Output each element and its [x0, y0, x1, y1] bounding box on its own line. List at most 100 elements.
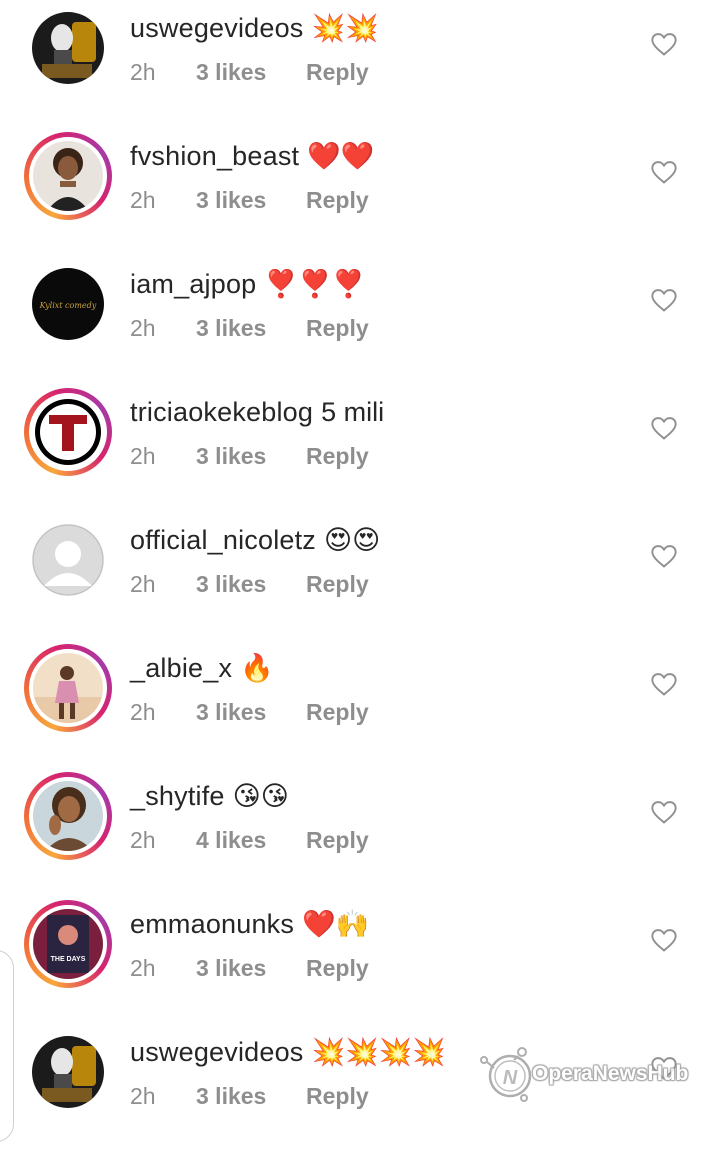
comment-username[interactable]: _albie_x	[130, 653, 232, 684]
comment-row: _shytife 😘😘 2h 4 likes Reply	[0, 768, 720, 896]
avatar[interactable]	[24, 132, 112, 220]
comment-username[interactable]: uswegevideos	[130, 13, 304, 44]
reply-button[interactable]: Reply	[306, 955, 369, 982]
woman-portrait-avatar-image	[33, 141, 103, 211]
comment-row: fvshion_beast ❤️❤️ 2h 3 likes Reply	[0, 128, 720, 256]
comment-meta: 2h 3 likes Reply	[130, 182, 369, 218]
comment-username[interactable]: official_nicoletz	[130, 525, 316, 556]
avatar[interactable]	[24, 772, 112, 860]
reply-button[interactable]: Reply	[306, 315, 369, 342]
reply-button[interactable]: Reply	[306, 59, 369, 86]
masked-figure-avatar-image	[32, 1036, 104, 1108]
comment-line: _shytife 😘😘	[130, 774, 289, 818]
svg-text:N: N	[503, 1067, 518, 1089]
comment-emoji: ❤️❤️	[307, 141, 375, 171]
heart-icon[interactable]	[650, 414, 678, 442]
comment-meta: 2h 3 likes Reply	[130, 566, 369, 602]
comment-emoji: 😘😘	[232, 780, 289, 811]
avatar[interactable]: THE DAYS	[24, 900, 112, 988]
comment-username[interactable]: _shytife	[130, 781, 225, 812]
comment-time: 2h	[130, 58, 156, 85]
comment-likes[interactable]: 3 likes	[196, 955, 306, 982]
comment-line: iam_ajpop ❣️❣️❣️	[130, 262, 365, 306]
avatar-logo-text: Kylixt comedy	[39, 301, 97, 310]
comment-text: 5 mili	[321, 396, 385, 427]
comment-meta: 2h 3 likes Reply	[130, 694, 369, 730]
reply-button[interactable]: Reply	[306, 571, 369, 598]
comment-username[interactable]: emmaonunks	[130, 909, 294, 940]
comment-meta: 2h 3 likes Reply	[130, 950, 369, 986]
reply-button[interactable]: Reply	[306, 1083, 369, 1110]
comment-time: 2h	[130, 186, 156, 213]
comment-line: triciaokekeblog 5 mili	[130, 390, 384, 434]
woman-outdoor-avatar-image	[33, 653, 103, 723]
heart-icon[interactable]	[650, 30, 678, 58]
comment-meta: 2h 4 likes Reply	[130, 822, 369, 858]
avatar[interactable]	[24, 388, 112, 476]
comment-time: 2h	[130, 314, 156, 341]
woman-selfie-avatar-image	[33, 781, 103, 851]
heart-icon[interactable]	[650, 542, 678, 570]
comment-emoji: 💥💥💥💥	[311, 1037, 446, 1067]
comment-username[interactable]: iam_ajpop	[130, 269, 256, 300]
comment-username[interactable]: triciaokekeblog	[130, 397, 313, 428]
comment-likes[interactable]: 3 likes	[196, 443, 306, 470]
avatar[interactable]	[24, 4, 112, 92]
comment-likes[interactable]: 3 likes	[196, 699, 306, 726]
comment-line: uswegevideos 💥💥💥💥	[130, 1030, 446, 1074]
comment-time: 2h	[130, 826, 156, 853]
reply-button[interactable]: Reply	[306, 187, 369, 214]
comment-row: _albie_x 🔥 2h 3 likes Reply	[0, 640, 720, 768]
avatar[interactable]	[24, 644, 112, 732]
heart-icon[interactable]	[650, 286, 678, 314]
comment-emoji: 💥💥	[311, 13, 379, 43]
avatar[interactable]	[24, 516, 112, 604]
comment-emoji: ❣️❣️❣️	[264, 269, 366, 299]
reply-button[interactable]: Reply	[306, 827, 369, 854]
reply-button[interactable]: Reply	[306, 699, 369, 726]
comment-row: official_nicoletz 😍😍 2h 3 likes Reply	[0, 512, 720, 640]
edge-panel-handle[interactable]	[0, 950, 14, 1142]
comment-row: uswegevideos 💥💥 2h 3 likes Reply	[0, 0, 720, 128]
comment-likes[interactable]: 3 likes	[196, 187, 306, 214]
reply-button[interactable]: Reply	[306, 443, 369, 470]
comment-line: uswegevideos 💥💥	[130, 6, 379, 50]
heart-icon[interactable]	[650, 670, 678, 698]
comment-row: THE DAYS emmaonunks ❤️🙌 2h 3 likes Reply	[0, 896, 720, 1024]
comment-line: _albie_x 🔥	[130, 646, 274, 690]
comment-emoji: ❤️🙌	[302, 909, 370, 939]
comment-time: 2h	[130, 1082, 156, 1109]
letter-t-logo-avatar-image	[33, 397, 103, 467]
heart-icon[interactable]	[650, 798, 678, 826]
comment-line: emmaonunks ❤️🙌	[130, 902, 369, 946]
comment-row: Kylixt comedy iam_ajpop ❣️❣️❣️ 2h 3 like…	[0, 256, 720, 384]
watermark: N OperaNewsHub	[470, 1040, 710, 1106]
comment-likes[interactable]: 4 likes	[196, 827, 306, 854]
comment-username[interactable]: fvshion_beast	[130, 141, 299, 172]
comment-likes[interactable]: 3 likes	[196, 1083, 306, 1110]
comment-row: triciaokekeblog 5 mili 2h 3 likes Reply	[0, 384, 720, 512]
heart-icon[interactable]	[650, 926, 678, 954]
comment-likes[interactable]: 3 likes	[196, 59, 306, 86]
opera-news-logo-icon: N	[480, 1047, 532, 1102]
comment-likes[interactable]: 3 likes	[196, 315, 306, 342]
comment-emoji: 🔥	[240, 653, 274, 683]
avatar[interactable]: Kylixt comedy	[24, 260, 112, 348]
masked-figure-avatar-image	[32, 12, 104, 84]
heart-icon[interactable]	[650, 158, 678, 186]
comment-meta: 2h 3 likes Reply	[130, 438, 369, 474]
comment-time: 2h	[130, 570, 156, 597]
kylixt-comedy-logo-avatar-image: Kylixt comedy	[32, 268, 104, 340]
poster-title-text: THE DAYS	[51, 956, 86, 963]
watermark-text: OperaNewsHub	[532, 1062, 689, 1085]
comment-time: 2h	[130, 954, 156, 981]
comment-emoji: 😍😍	[324, 524, 381, 555]
comment-meta: 2h 3 likes Reply	[130, 310, 369, 346]
default-person-avatar-image	[32, 524, 104, 596]
comment-likes[interactable]: 3 likes	[196, 571, 306, 598]
avatar[interactable]	[24, 1028, 112, 1116]
comment-time: 2h	[130, 442, 156, 469]
comment-line: fvshion_beast ❤️❤️	[130, 134, 374, 178]
comment-line: official_nicoletz 😍😍	[130, 518, 380, 562]
comment-username[interactable]: uswegevideos	[130, 1037, 304, 1068]
